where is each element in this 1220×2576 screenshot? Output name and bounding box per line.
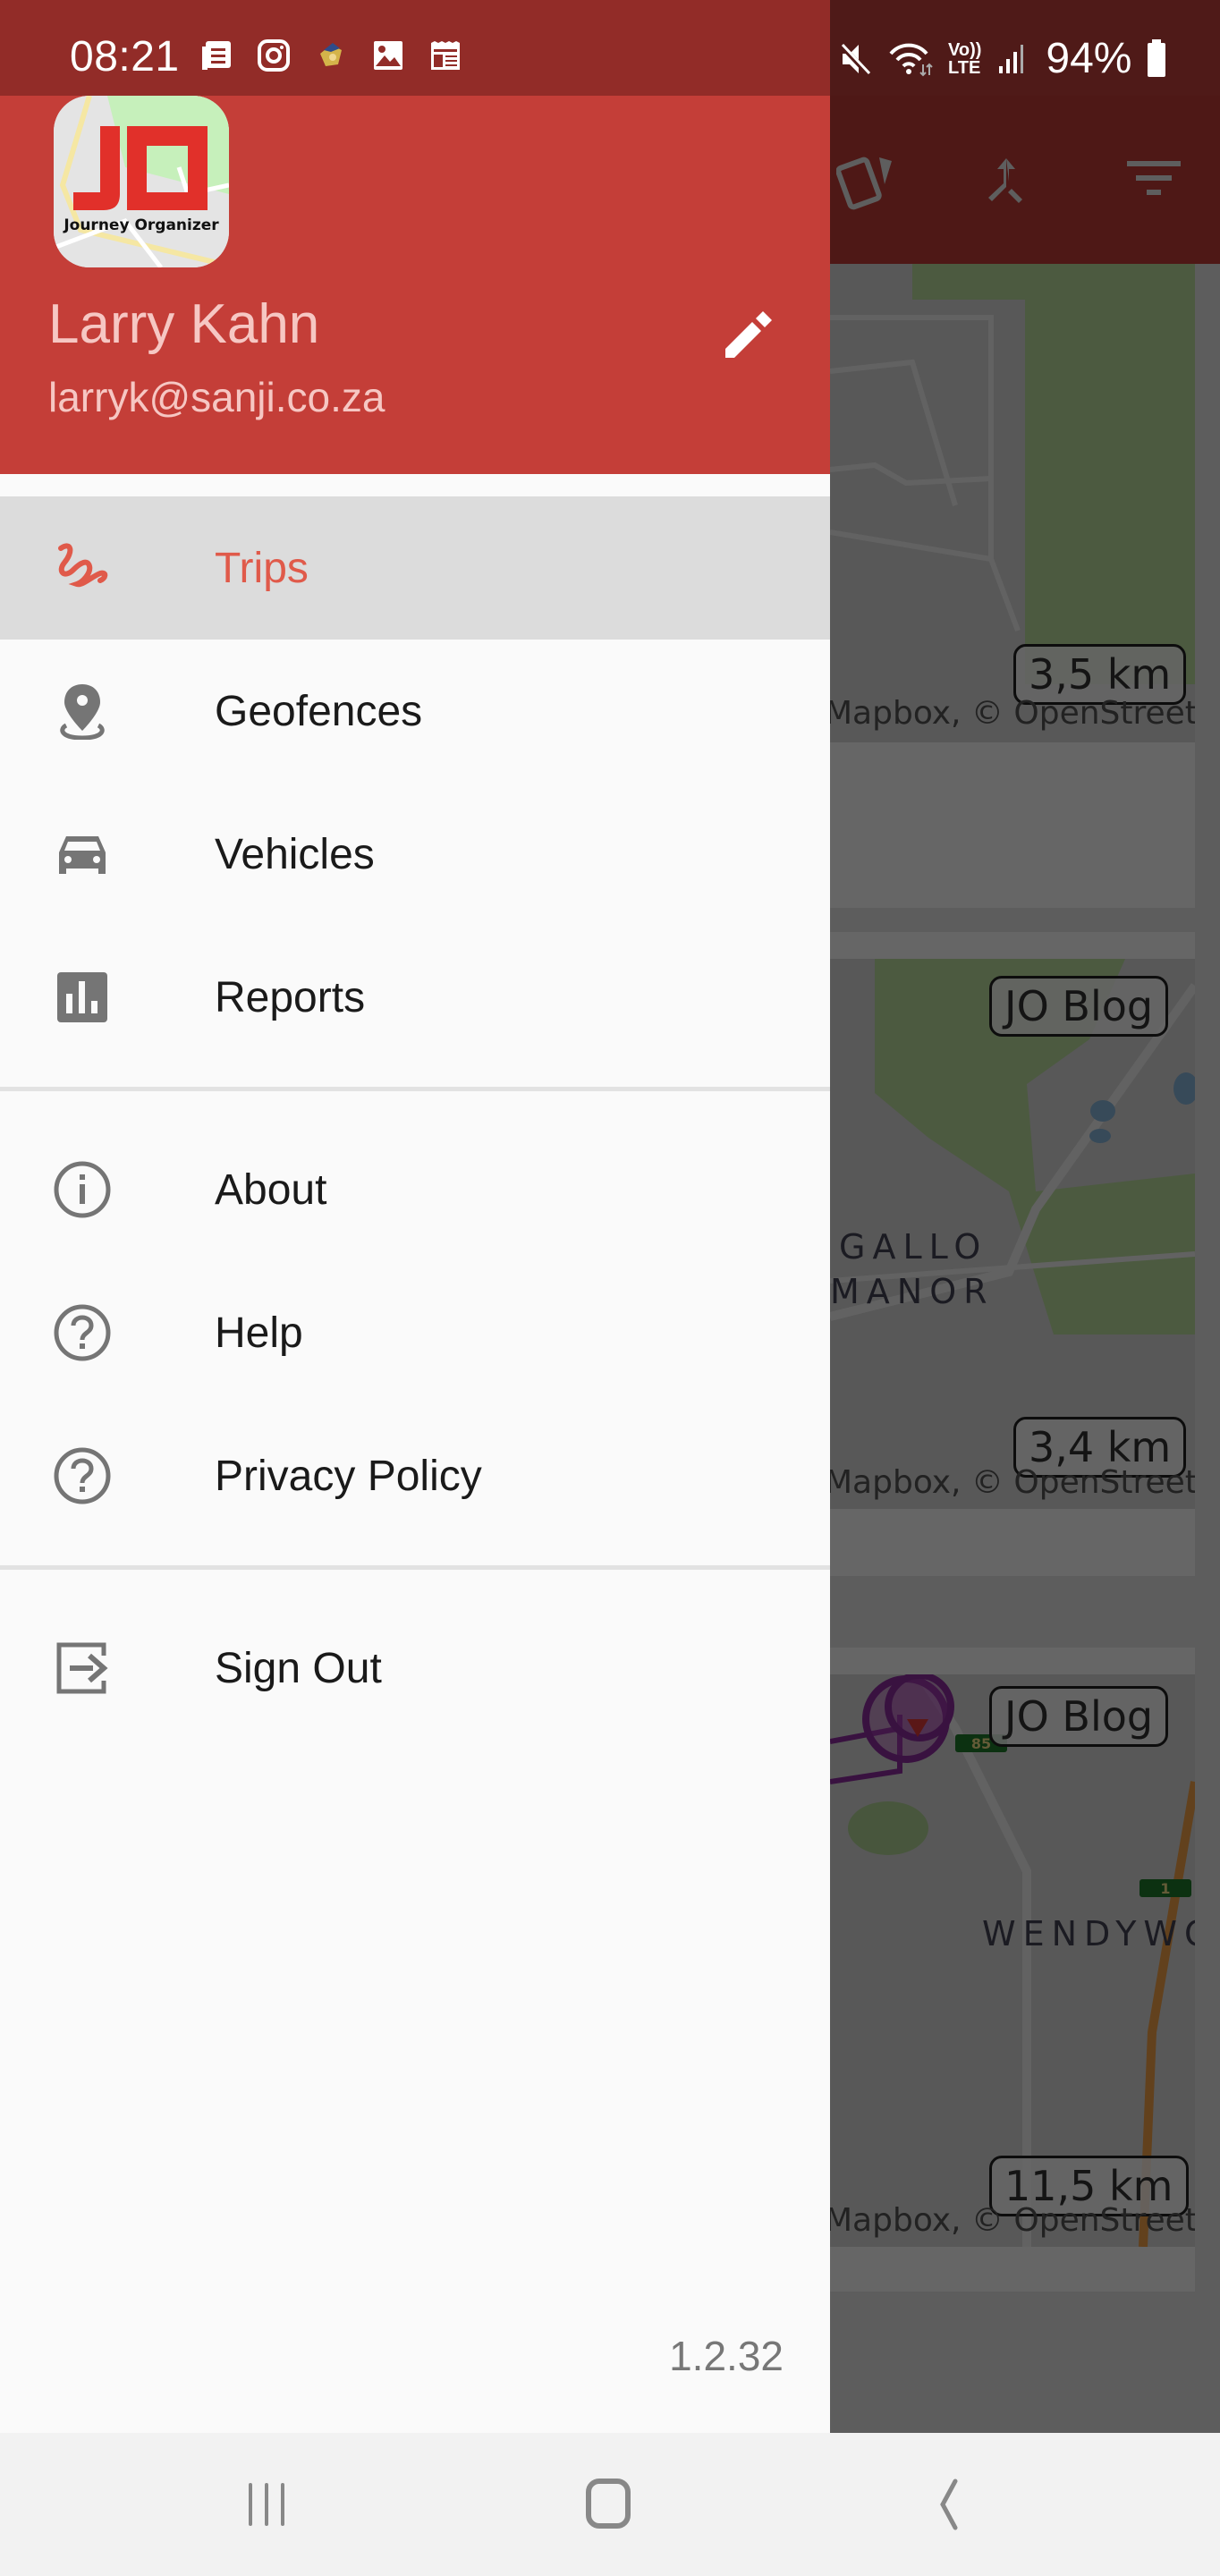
menu-label: Help bbox=[215, 1309, 303, 1357]
navigation-drawer: Journey Organizer Larry Kahn larryk@sanj… bbox=[0, 96, 830, 2433]
bar-chart-icon bbox=[48, 963, 116, 1031]
car-icon bbox=[48, 820, 116, 888]
system-navigation-bar bbox=[0, 2433, 1220, 2576]
edit-profile-button[interactable] bbox=[707, 294, 787, 375]
menu-item-trips[interactable]: Trips bbox=[0, 496, 830, 640]
pencil-icon bbox=[725, 311, 772, 358]
menu-item-vehicles[interactable]: Vehicles bbox=[0, 783, 830, 926]
game-app-icon bbox=[313, 38, 349, 73]
app-logo: Journey Organizer bbox=[54, 96, 229, 267]
notification-icons bbox=[199, 38, 463, 73]
menu-label: About bbox=[215, 1165, 327, 1214]
menu-label: Trips bbox=[215, 544, 309, 592]
wifi-icon bbox=[887, 41, 934, 77]
menu-label: Vehicles bbox=[215, 830, 375, 878]
status-time: 08:21 bbox=[70, 33, 180, 80]
menu-item-geofences[interactable]: Geofences bbox=[0, 640, 830, 783]
app-version: 1.2.32 bbox=[669, 2333, 784, 2379]
menu-divider bbox=[0, 1565, 830, 1570]
drawer-header: Journey Organizer Larry Kahn larryk@sanj… bbox=[0, 96, 830, 474]
home-button[interactable] bbox=[563, 2460, 653, 2549]
battery-percent: 94% bbox=[1046, 35, 1132, 82]
journey-organizer-logo-icon: Journey Organizer bbox=[54, 96, 229, 267]
menu-label: Sign Out bbox=[215, 1644, 382, 1692]
back-button[interactable] bbox=[903, 2460, 993, 2549]
recents-button[interactable] bbox=[222, 2460, 311, 2549]
menu-label: Geofences bbox=[215, 687, 423, 735]
menu-divider bbox=[0, 1087, 830, 1091]
instagram-icon bbox=[256, 38, 292, 73]
system-status-icons: Vo)) LTE 94% bbox=[837, 34, 1167, 83]
user-name: Larry Kahn bbox=[48, 293, 320, 355]
recents-icon bbox=[249, 2483, 284, 2526]
drawer-scrim[interactable] bbox=[830, 96, 1220, 2433]
mute-icon bbox=[837, 41, 873, 77]
menu-item-privacy-policy[interactable]: Privacy Policy bbox=[0, 1404, 830, 1547]
menu-item-sign-out[interactable]: Sign Out bbox=[0, 1597, 830, 1740]
help-icon bbox=[48, 1299, 116, 1367]
battery-icon bbox=[1146, 38, 1167, 77]
back-icon bbox=[940, 2479, 958, 2530]
signal-icon bbox=[995, 41, 1031, 77]
menu-label: Reports bbox=[215, 973, 366, 1021]
menu-item-about[interactable]: About bbox=[0, 1118, 830, 1261]
menu-label: Privacy Policy bbox=[215, 1452, 482, 1500]
news-icon bbox=[199, 38, 234, 73]
geofence-pin-icon bbox=[48, 677, 116, 745]
logo-caption: Journey Organizer bbox=[63, 216, 219, 234]
home-icon bbox=[586, 2479, 631, 2529]
status-bar: 08:21 Vo)) LTE 94% bbox=[0, 0, 1220, 96]
menu-item-help[interactable]: Help bbox=[0, 1261, 830, 1404]
calendar-news-icon bbox=[428, 38, 463, 73]
sign-out-icon bbox=[48, 1634, 116, 1702]
volte-icon: Vo)) LTE bbox=[948, 41, 981, 77]
gallery-icon bbox=[370, 38, 406, 73]
volte-bottom: LTE bbox=[948, 57, 981, 78]
help-icon bbox=[48, 1442, 116, 1510]
drawer-menu: Trips Geofences Vehicles Reports About H… bbox=[0, 496, 830, 1740]
info-icon bbox=[48, 1156, 116, 1224]
user-email: larryk@sanji.co.za bbox=[48, 374, 385, 420]
volte-top: Vo)) bbox=[948, 39, 982, 60]
menu-item-reports[interactable]: Reports bbox=[0, 926, 830, 1069]
trips-icon bbox=[48, 534, 116, 602]
